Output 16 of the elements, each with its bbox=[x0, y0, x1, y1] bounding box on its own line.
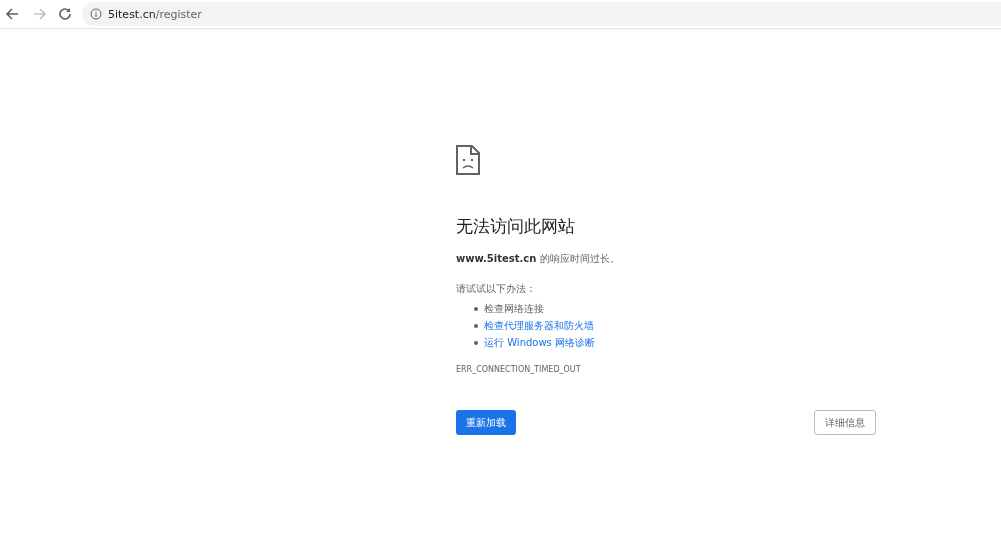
reload-button[interactable]: 重新加载 bbox=[456, 410, 516, 435]
error-message: www.5itest.cn 的响应时间过长。 bbox=[456, 252, 621, 266]
bullet-icon bbox=[474, 323, 478, 328]
reload-icon[interactable] bbox=[56, 5, 74, 23]
details-button[interactable]: 详细信息 bbox=[814, 410, 876, 435]
suggestion-link[interactable]: 检查代理服务器和防火墙 bbox=[484, 317, 594, 334]
info-icon[interactable] bbox=[90, 8, 102, 20]
bullet-icon bbox=[474, 340, 478, 345]
sad-page-icon bbox=[456, 145, 480, 175]
suggestion-text: 检查网络连接 bbox=[484, 302, 544, 316]
suggestion-link[interactable]: 运行 Windows 网络诊断 bbox=[484, 334, 595, 351]
error-code: ERR_CONNECTION_TIMED_OUT bbox=[456, 365, 582, 374]
suggestion-heading: 请试试以下办法： bbox=[456, 282, 537, 296]
bullet-icon bbox=[474, 306, 478, 311]
address-field[interactable]: 5itest.cn/register bbox=[82, 2, 1001, 26]
error-title: 无法访问此网站 bbox=[456, 215, 576, 238]
